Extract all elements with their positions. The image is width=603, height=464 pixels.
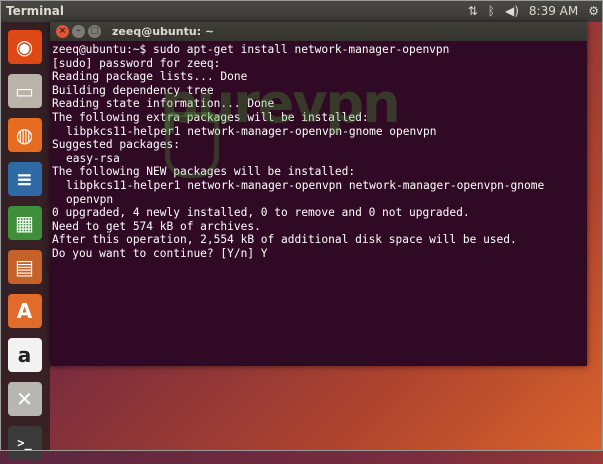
volume-icon[interactable]: ◀) <box>505 4 519 18</box>
terminal-line: libpkcs11-helper1 network-manager-openvp… <box>66 178 545 192</box>
firefox-launcher-item[interactable]: ◍ <box>3 114 46 156</box>
terminal-line: After this operation, 2,554 kB of additi… <box>52 233 517 247</box>
files-icon: ▭ <box>7 74 42 108</box>
amazon-launcher-item[interactable]: a <box>3 334 46 376</box>
terminal-line: openvpn <box>66 192 114 206</box>
clock[interactable]: 8:39 AM <box>529 4 578 18</box>
maximize-button[interactable]: □ <box>88 25 101 38</box>
terminal-output[interactable]: zeeq@ubuntu:~$ sudo apt-get install netw… <box>52 43 585 363</box>
terminal-line: easy-rsa <box>66 151 120 165</box>
ubuntu-dash-launcher-item[interactable]: ◉ <box>3 26 46 68</box>
bluetooth-icon[interactable]: ᛒ <box>488 4 495 18</box>
terminal-line: Building dependency tree <box>52 83 214 97</box>
terminal-launcher-item[interactable]: >_ <box>3 422 46 464</box>
network-icon[interactable]: ⇅ <box>468 4 478 18</box>
terminal-line: Need to get 574 kB of archives. <box>52 219 261 233</box>
system-settings-icon: ✕ <box>7 382 42 416</box>
minimize-button[interactable]: – <box>72 25 85 38</box>
software-center-launcher-item[interactable]: A <box>3 290 46 332</box>
window-title: zeeq@ubuntu: ~ <box>112 25 215 38</box>
system-tray: ⇅ ᛒ ◀) 8:39 AM ⚙ <box>468 2 599 20</box>
terminal-icon: >_ <box>7 426 42 460</box>
settings-gear-icon[interactable]: ⚙ <box>588 4 599 18</box>
terminal-line: zeeq@ubuntu:~$ sudo apt-get install netw… <box>52 43 450 56</box>
terminal-line: 0 upgraded, 4 newly installed, 0 to remo… <box>52 206 470 220</box>
top-panel: Terminal ⇅ ᛒ ◀) 8:39 AM ⚙ <box>0 0 603 22</box>
terminal-line: Reading state information... Done <box>52 97 275 111</box>
terminal-line: libpkcs11-helper1 network-manager-openvp… <box>66 124 437 138</box>
amazon-icon: a <box>7 338 42 372</box>
calc-launcher-item[interactable]: ▦ <box>3 202 46 244</box>
impress-icon: ▤ <box>7 250 42 284</box>
window-titlebar[interactable]: × – □ zeeq@ubuntu: ~ <box>50 22 587 41</box>
firefox-icon: ◍ <box>7 118 42 152</box>
terminal-line: Reading package lists... Done <box>52 70 248 84</box>
impress-launcher-item[interactable]: ▤ <box>3 246 46 288</box>
files-launcher-item[interactable]: ▭ <box>3 70 46 112</box>
terminal-line: The following extra packages will be ins… <box>52 110 369 124</box>
terminal-line: Suggested packages: <box>52 138 180 152</box>
terminal-line: [sudo] password for zeeq: <box>52 56 221 70</box>
ubuntu-dash-icon: ◉ <box>7 30 42 64</box>
terminal-line: Do you want to continue? [Y/n] Y <box>52 246 268 260</box>
system-settings-launcher-item[interactable]: ✕ <box>3 378 46 420</box>
software-center-icon: A <box>7 294 42 328</box>
writer-icon: ≡ <box>7 162 42 196</box>
calc-icon: ▦ <box>7 206 42 240</box>
terminal-line: The following NEW packages will be insta… <box>52 165 356 179</box>
launcher: ◉ ▭ ◍ ≡ ▦ ▤ Aa ✕ >_ <box>0 22 50 460</box>
panel-app-title: Terminal <box>6 4 65 18</box>
writer-launcher-item[interactable]: ≡ <box>3 158 46 200</box>
close-button[interactable]: × <box>56 25 69 38</box>
terminal-window[interactable]: × – □ zeeq@ubuntu: ~ zeeq@ubuntu:~$ sudo… <box>50 22 587 366</box>
